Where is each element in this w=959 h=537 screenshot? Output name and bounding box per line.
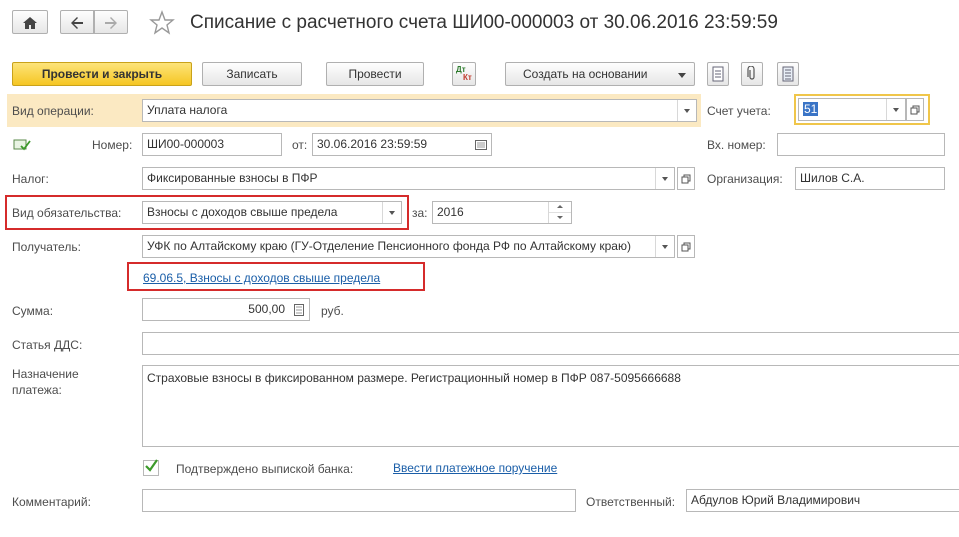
recipient-label: Получатель:: [12, 240, 81, 254]
home-icon: [23, 17, 37, 29]
sum-value: 500,00: [248, 302, 285, 316]
tax-select[interactable]: Фиксированные взносы в ПФР: [142, 167, 675, 190]
chevron-down-icon[interactable]: [655, 236, 674, 257]
arrow-left-icon: [71, 17, 83, 29]
dt-kt-button[interactable]: Дт Кт: [452, 62, 476, 86]
currency-label: руб.: [321, 304, 344, 318]
kt-label: Кт: [463, 73, 472, 82]
paperclip-icon: [747, 65, 755, 80]
spinner-icon[interactable]: [548, 202, 571, 223]
payment-order-link[interactable]: Ввести платежное поручение: [393, 461, 557, 475]
chevron-down-icon[interactable]: [886, 99, 905, 120]
checkmark-icon: [145, 459, 158, 472]
recipient-open-button[interactable]: [677, 235, 695, 258]
account-link[interactable]: 69.06.5, Взносы с доходов свыше предела: [143, 271, 380, 285]
organization-select[interactable]: Шилов С.А.: [795, 167, 945, 190]
comment-label: Комментарий:: [12, 495, 91, 509]
chevron-down-icon[interactable]: [655, 168, 674, 189]
number-value: ШИ00-000003: [147, 137, 225, 151]
account-value: 51: [803, 102, 819, 116]
tax-open-button[interactable]: [677, 167, 695, 190]
operation-type-select[interactable]: Уплата налога: [142, 99, 697, 122]
post-and-close-button[interactable]: Провести и закрыть: [12, 62, 192, 86]
organization-label: Организация:: [707, 172, 783, 186]
tax-value: Фиксированные взносы в ПФР: [147, 171, 318, 185]
obligation-select[interactable]: Взносы с доходов свыше предела: [142, 201, 402, 224]
confirmed-label: Подтверждено выпиской банка:: [176, 462, 354, 476]
responsible-label: Ответственный:: [586, 495, 676, 509]
arrow-right-icon: [105, 17, 117, 29]
chevron-down-icon: [678, 73, 686, 78]
purpose-textarea[interactable]: Страховые взносы в фиксированном размере…: [142, 365, 959, 447]
purpose-value: Страховые взносы в фиксированном размере…: [147, 371, 681, 385]
comment-input[interactable]: [142, 489, 576, 512]
favorite-star-icon[interactable]: [149, 10, 175, 36]
calculator-icon[interactable]: [289, 299, 309, 320]
open-window-icon: [910, 105, 920, 114]
back-button[interactable]: [60, 10, 94, 34]
sum-input[interactable]: 500,00: [142, 298, 310, 321]
in-number-label: Вх. номер:: [707, 138, 766, 152]
period-input[interactable]: 2016: [432, 201, 572, 224]
recipient-value: УФК по Алтайскому краю (ГУ-Отделение Пен…: [147, 239, 631, 253]
document-print-button[interactable]: [707, 62, 729, 86]
create-based-on-button[interactable]: Создать на основании: [505, 62, 695, 86]
post-button[interactable]: Провести: [326, 62, 424, 86]
sum-label: Сумма:: [12, 304, 54, 318]
confirmed-checkbox[interactable]: [143, 459, 159, 476]
period-label: за:: [412, 206, 428, 220]
save-button[interactable]: Записать: [202, 62, 302, 86]
purpose-label: Назначение платежа:: [12, 367, 79, 397]
dds-select[interactable]: [142, 332, 959, 355]
obligation-label: Вид обязательства:: [12, 206, 122, 220]
date-label: от:: [292, 138, 308, 152]
page-title: Списание с расчетного счета ШИ00-000003 …: [190, 12, 778, 33]
chevron-down-icon[interactable]: [677, 100, 696, 121]
in-number-input[interactable]: [777, 133, 945, 156]
responsible-select[interactable]: Абдулов Юрий Владимирович: [686, 489, 959, 512]
number-input[interactable]: ШИ00-000003: [142, 133, 282, 156]
account-select[interactable]: 51: [798, 98, 906, 121]
account-label: Счет учета:: [707, 104, 771, 118]
operation-type-label: Вид операции:: [12, 104, 94, 118]
organization-value: Шилов С.А.: [800, 171, 865, 185]
list-button[interactable]: [777, 62, 799, 86]
operation-type-value: Уплата налога: [147, 103, 228, 117]
list-icon: [782, 66, 794, 82]
open-window-icon: [681, 242, 691, 251]
home-button[interactable]: [12, 10, 48, 34]
forward-button[interactable]: [94, 10, 128, 34]
recipient-select[interactable]: УФК по Алтайскому краю (ГУ-Отделение Пен…: [142, 235, 675, 258]
obligation-value: Взносы с доходов свыше предела: [147, 205, 338, 219]
create-based-on-label: Создать на основании: [523, 67, 648, 81]
attachments-button[interactable]: [741, 62, 763, 86]
tax-label: Налог:: [12, 172, 49, 186]
calendar-icon[interactable]: [471, 134, 491, 155]
number-label: Номер:: [92, 138, 133, 152]
period-value: 2016: [437, 205, 464, 219]
account-open-button[interactable]: [906, 98, 924, 121]
date-value: 30.06.2016 23:59:59: [317, 137, 428, 151]
open-window-icon: [681, 174, 691, 183]
document-icon: [712, 66, 724, 82]
date-input[interactable]: 30.06.2016 23:59:59: [312, 133, 492, 156]
chevron-down-icon[interactable]: [382, 202, 401, 223]
responsible-value: Абдулов Юрий Владимирович: [691, 493, 861, 507]
posted-document-icon: [13, 139, 31, 151]
dds-label: Статья ДДС:: [12, 338, 83, 352]
